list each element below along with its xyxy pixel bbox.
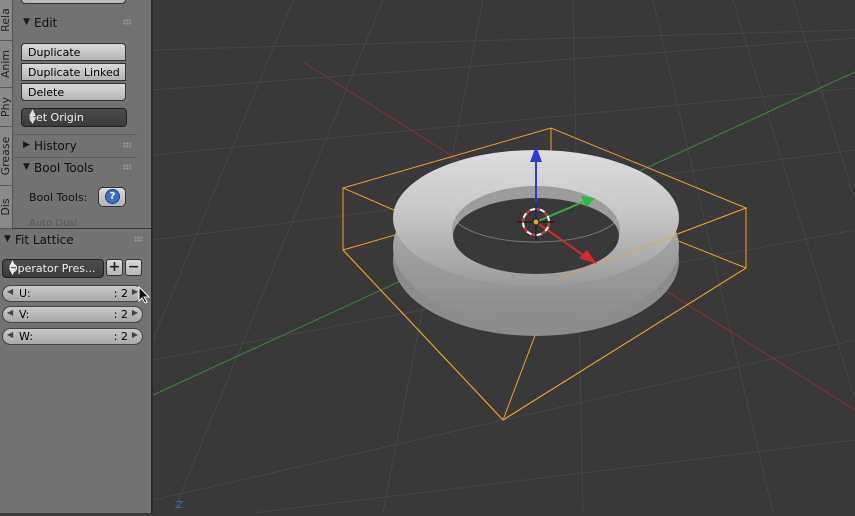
- remove-preset-button[interactable]: −: [125, 259, 142, 276]
- duplicate-button[interactable]: Duplicate: [21, 43, 126, 61]
- plus-icon: +: [108, 259, 121, 275]
- w-resolution-field[interactable]: ◀ W: : 2 ▶: [2, 328, 143, 345]
- edit-panel-header[interactable]: ▼ Edit: [13, 14, 137, 34]
- expand-arrow-icon: ▶: [23, 140, 30, 150]
- decrement-arrow-icon[interactable]: ◀: [7, 287, 13, 296]
- viewport-axis-indicator: Z: [176, 500, 183, 511]
- tab-physics[interactable]: Phy: [0, 88, 12, 127]
- tab-physics-label: Phy: [0, 96, 12, 118]
- set-origin-dropdown[interactable]: Set Origin ▲ ▼: [21, 108, 127, 127]
- collapse-arrow-icon: ▼: [4, 234, 11, 244]
- tab-grease-pencil[interactable]: Grease: [0, 127, 12, 186]
- fit-lattice-panel: ▼ Fit Lattice Operator Pres... ▲ ▼ + − ◀ …: [0, 229, 152, 513]
- increment-arrow-icon[interactable]: ▶: [132, 308, 138, 317]
- history-panel-title: History: [34, 139, 77, 153]
- previous-panel-button[interactable]: [21, 0, 126, 4]
- increment-arrow-icon[interactable]: ▶: [132, 330, 138, 339]
- 3d-viewport[interactable]: [152, 0, 855, 514]
- history-panel-header[interactable]: ▶ History: [13, 137, 137, 157]
- v-resolution-field[interactable]: ◀ V: : 2 ▶: [2, 306, 143, 323]
- u-resolution-field[interactable]: ◀ U: : 2 ▶: [2, 285, 143, 302]
- collapse-arrow-icon: ▼: [23, 17, 30, 27]
- bool-tools-panel-header[interactable]: ▼ Bool Tools: [13, 159, 137, 179]
- tool-shelf-tabs: Rela Anim Phy Grease Dis: [0, 0, 13, 229]
- duplicate-linked-button-label: Duplicate Linked: [28, 66, 120, 79]
- tab-display[interactable]: Dis: [0, 186, 12, 229]
- bool-tools-panel-title: Bool Tools: [34, 161, 94, 175]
- drag-grip-icon[interactable]: [123, 142, 131, 148]
- decrement-arrow-icon[interactable]: ◀: [7, 330, 13, 339]
- tab-animation[interactable]: Anim: [0, 41, 12, 88]
- v-value: : 2: [113, 308, 128, 321]
- w-value: : 2: [113, 330, 128, 343]
- delete-button[interactable]: Delete: [21, 83, 126, 101]
- operator-presets-dropdown[interactable]: Operator Pres... ▲ ▼: [2, 259, 104, 278]
- duplicate-linked-button[interactable]: Duplicate Linked: [21, 63, 126, 81]
- bool-tools-label: Bool Tools:: [29, 191, 88, 204]
- fit-lattice-panel-header[interactable]: ▼ Fit Lattice: [0, 231, 148, 251]
- tab-animation-label: Anim: [0, 49, 12, 79]
- minus-icon: −: [127, 259, 140, 275]
- collapse-arrow-icon: ▼: [23, 162, 30, 172]
- fit-lattice-title: Fit Lattice: [15, 233, 74, 247]
- delete-button-label: Delete: [28, 86, 65, 99]
- updown-arrows-icon: ▲ ▼: [9, 259, 16, 277]
- v-label: V:: [19, 308, 30, 321]
- duplicate-button-label: Duplicate: [28, 46, 81, 59]
- tab-relations[interactable]: Rela: [0, 0, 12, 41]
- clipped-option-label: Auto Dusl: [29, 218, 78, 228]
- u-value: : 2: [113, 287, 128, 300]
- u-label: U:: [19, 287, 31, 300]
- decrement-arrow-icon[interactable]: ◀: [7, 308, 13, 317]
- divider: [13, 134, 137, 135]
- tab-display-label: Dis: [0, 198, 12, 216]
- mouse-pointer-icon: [138, 286, 150, 304]
- bool-tools-help-button[interactable]: ?: [98, 187, 126, 207]
- object-origin-icon: [532, 218, 540, 226]
- viewport-canvas[interactable]: [152, 0, 855, 514]
- updown-arrows-icon: ▲ ▼: [29, 108, 36, 126]
- drag-grip-icon[interactable]: [123, 164, 131, 170]
- divider: [13, 157, 137, 158]
- drag-grip-icon[interactable]: [123, 19, 131, 25]
- w-label: W:: [19, 330, 33, 343]
- add-preset-button[interactable]: +: [106, 259, 123, 276]
- tab-relations-label: Rela: [0, 8, 12, 32]
- drag-grip-icon[interactable]: [134, 236, 142, 242]
- tab-grease-pencil-label: Grease: [0, 136, 12, 176]
- tool-shelf-panel: ▼ Edit Duplicate Duplicate Linked Delete…: [13, 0, 151, 228]
- edit-panel-title: Edit: [34, 16, 58, 30]
- help-question-icon: ?: [105, 189, 120, 204]
